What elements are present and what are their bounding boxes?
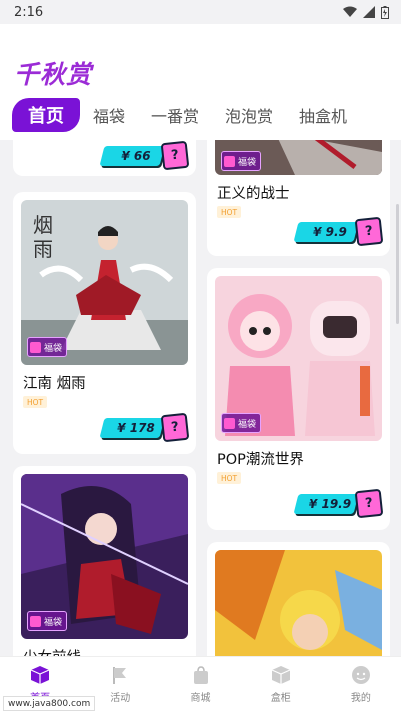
currency-symbol: ¥: [117, 421, 126, 435]
badge-label: 福袋: [238, 157, 257, 168]
nav-label: 盒柜: [270, 693, 291, 704]
price-value: 178: [129, 421, 155, 435]
nav-label: 我的: [350, 693, 371, 704]
wifi-icon: [343, 6, 357, 17]
question-mark-icon: ?: [354, 216, 384, 247]
lucky-bag-badge: 福袋: [27, 611, 68, 631]
question-mark-icon: ?: [354, 488, 384, 519]
product-card[interactable]: 烟 雨 福袋 江南 烟雨 HOT ¥ 178 ?: [13, 192, 196, 454]
tab-home[interactable]: 首页: [12, 98, 80, 132]
product-title: 江南 烟雨: [23, 376, 86, 392]
price-tag[interactable]: ¥ 66 ?: [99, 140, 190, 171]
product-image[interactable]: [215, 550, 382, 656]
badge-label: 福袋: [44, 343, 63, 354]
home-box-icon: [30, 666, 50, 684]
product-image[interactable]: 烟 雨 福袋: [21, 200, 188, 365]
lucky-bag-badge: 福袋: [221, 413, 262, 433]
price-tag[interactable]: ¥ 19.9 ?: [293, 488, 384, 519]
battery-icon: [381, 5, 389, 19]
status-bar: 2:16: [0, 0, 401, 24]
shopping-bag-icon: [193, 666, 208, 684]
tab-bubble[interactable]: 泡泡赏: [212, 98, 286, 132]
nav-profile[interactable]: 我的: [321, 657, 401, 712]
app-header: 千秋赏 首页 福袋 一番赏 泡泡赏 抽盒机: [0, 24, 401, 140]
tab-lucky-bag[interactable]: 福袋: [80, 98, 138, 132]
badge-label: 福袋: [238, 419, 257, 430]
app-logo: 千秋赏: [14, 60, 93, 89]
badge-label: 福袋: [44, 617, 63, 628]
lucky-bag-badge: 福袋: [221, 151, 262, 171]
category-tabs: 首页 福袋 一番赏 泡泡赏 抽盒机: [12, 98, 360, 132]
scrollbar[interactable]: [396, 204, 399, 324]
product-image[interactable]: 福袋: [215, 140, 382, 175]
product-title: POP潮流世界: [217, 452, 304, 468]
lucky-bag-badge: 福袋: [27, 337, 68, 357]
hot-badge: HOT: [217, 206, 241, 218]
signal-icon: [363, 6, 375, 18]
bag-icon: [30, 341, 41, 353]
price-value: 19.9: [321, 497, 352, 511]
price-tag[interactable]: ¥ 9.9 ?: [293, 216, 384, 247]
bag-icon: [224, 417, 235, 429]
question-mark-icon: ?: [160, 412, 190, 443]
tab-ichiban[interactable]: 一番赏: [138, 98, 212, 132]
product-feed: ¥ 66 ? 烟 雨 福袋 江南 烟雨 HOT ¥ 178 ? 福袋 福袋 正义…: [0, 140, 401, 656]
nav-label: 活动: [110, 693, 131, 704]
svg-text:雨: 雨: [33, 237, 53, 261]
nav-mall[interactable]: 商城: [160, 657, 240, 712]
nav-box-cabinet[interactable]: 盒柜: [241, 657, 321, 712]
bag-icon: [224, 155, 235, 167]
product-card[interactable]: 福袋 POP潮流世界 HOT ¥ 19.9 ?: [207, 268, 390, 530]
product-card[interactable]: 福袋 正义的战士 HOT ¥ 9.9 ?: [207, 140, 390, 256]
flag-icon: [113, 667, 127, 684]
tab-blind-box[interactable]: 抽盒机: [286, 98, 360, 132]
price-value: 66: [133, 149, 151, 163]
site-watermark: www.java800.com: [3, 696, 96, 711]
currency-symbol: ¥: [121, 149, 130, 163]
price-value: 9.9: [325, 225, 347, 239]
product-title: 少女前线: [23, 646, 81, 656]
product-card[interactable]: 福袋 少女前线: [13, 466, 196, 656]
product-title: 正义的战士: [217, 186, 290, 202]
question-mark-icon: ?: [160, 140, 190, 171]
product-card[interactable]: [207, 542, 390, 656]
product-card[interactable]: ¥ 66 ?: [13, 140, 196, 176]
bag-icon: [30, 615, 41, 627]
price-tag[interactable]: ¥ 178 ?: [99, 412, 190, 443]
status-time: 2:16: [14, 4, 44, 20]
profile-face-icon: [351, 666, 370, 684]
currency-symbol: ¥: [313, 225, 322, 239]
figure-image: [215, 550, 382, 656]
hot-badge: HOT: [23, 396, 47, 408]
currency-symbol: ¥: [308, 497, 318, 511]
product-image[interactable]: 福袋: [21, 474, 188, 639]
product-image[interactable]: 福袋: [215, 276, 382, 441]
status-icons: [343, 5, 389, 19]
nav-label: 商城: [190, 693, 211, 704]
hot-badge: HOT: [217, 472, 241, 484]
svg-text:烟: 烟: [33, 213, 53, 237]
box-cabinet-icon: [271, 666, 290, 684]
